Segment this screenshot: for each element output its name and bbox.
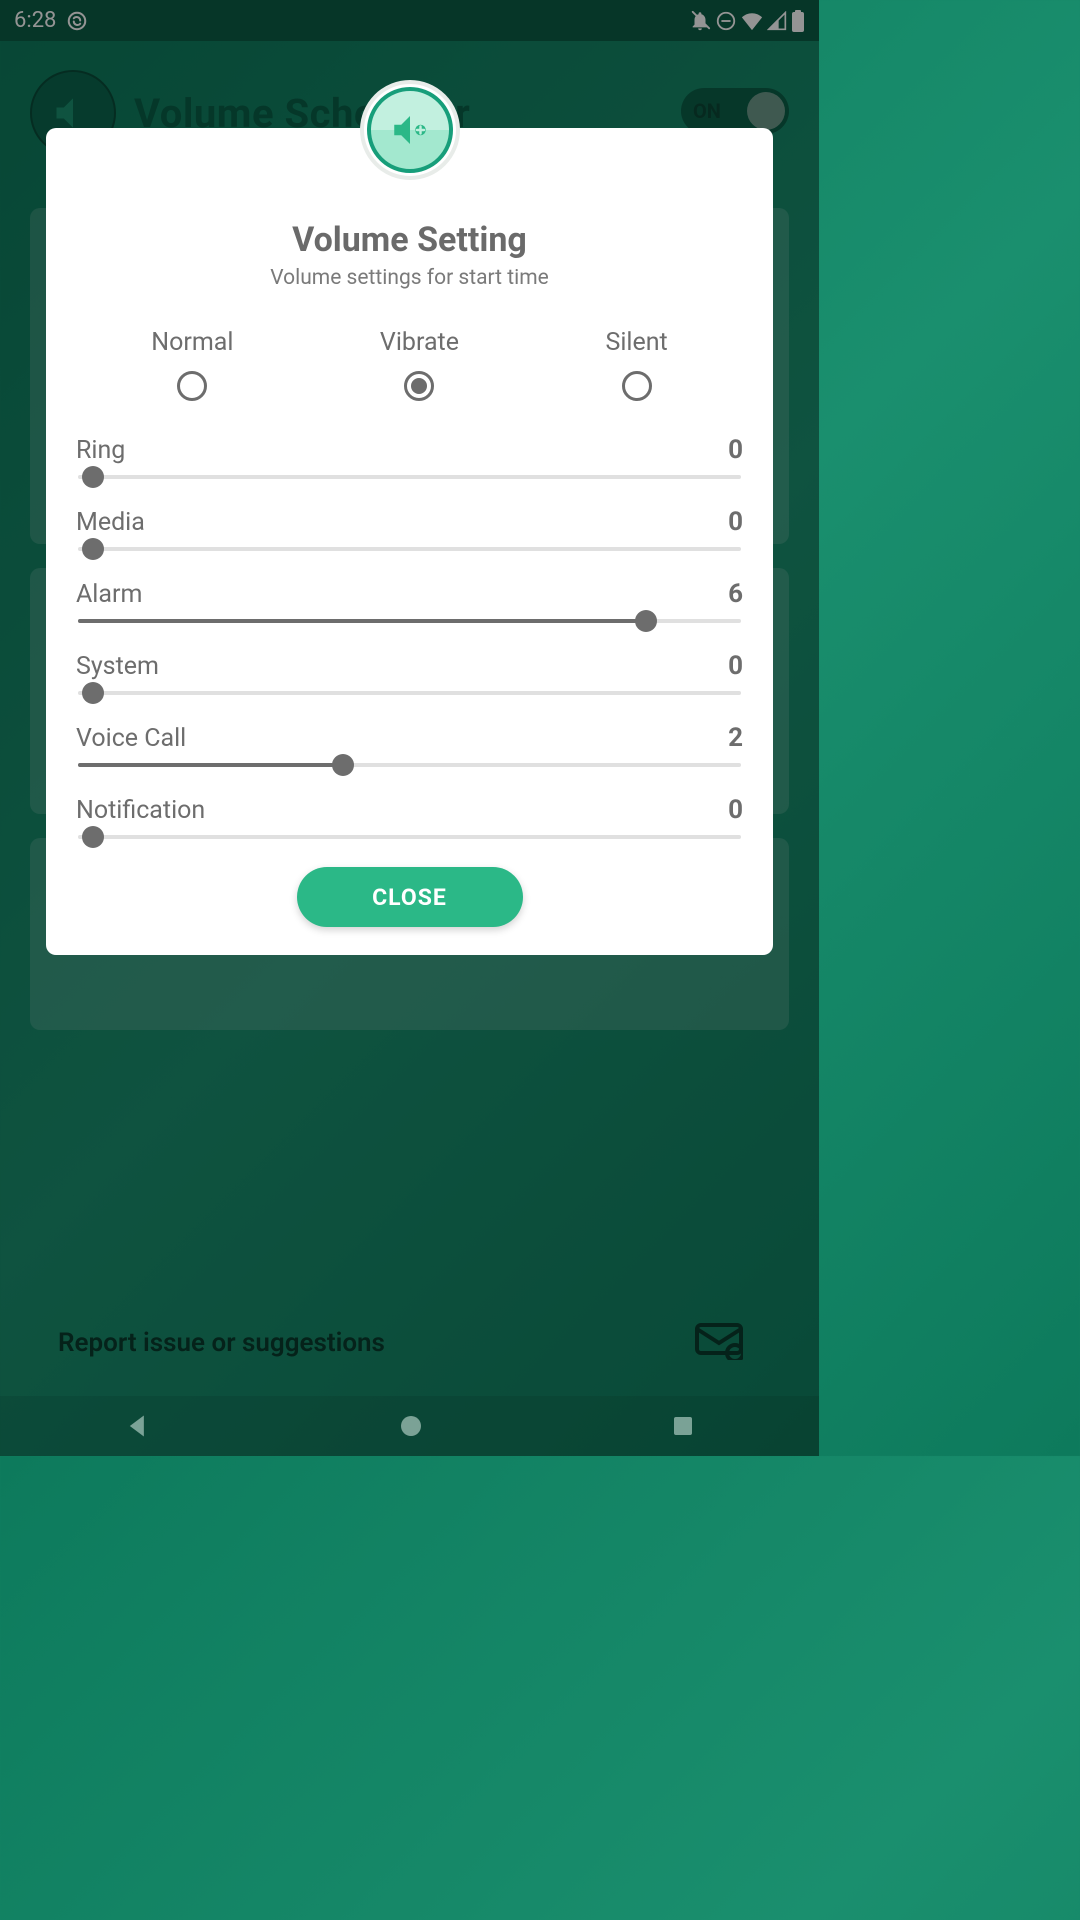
nav-recent-icon[interactable] xyxy=(671,1414,695,1438)
slider-thumb[interactable] xyxy=(82,682,104,704)
slider-track[interactable] xyxy=(78,547,741,551)
slider-head: Alarm 6 xyxy=(76,579,743,609)
slider-row: Ring 0 xyxy=(76,435,743,479)
dialog-app-badge xyxy=(360,80,460,180)
dialog-app-badge-inner xyxy=(367,87,453,173)
slider-track[interactable] xyxy=(78,691,741,695)
close-button[interactable]: CLOSE xyxy=(297,867,523,927)
slider-row: Media 0 xyxy=(76,507,743,551)
slider-track[interactable] xyxy=(78,763,741,767)
slider-value: 0 xyxy=(728,795,743,825)
slider-value: 0 xyxy=(728,651,743,681)
nav-home-icon[interactable] xyxy=(399,1414,423,1438)
radio-icon xyxy=(622,371,652,401)
slider-thumb[interactable] xyxy=(82,466,104,488)
mode-vibrate[interactable]: Vibrate xyxy=(380,328,459,401)
slider-track[interactable] xyxy=(78,835,741,839)
radio-icon xyxy=(177,371,207,401)
slider-thumb[interactable] xyxy=(82,826,104,848)
volume-setting-dialog: Volume Setting Volume settings for start… xyxy=(46,128,773,955)
mode-radios: Normal Vibrate Silent xyxy=(74,328,745,401)
slider-fill xyxy=(78,619,646,623)
mode-label: Normal xyxy=(151,328,233,357)
slider-row: Notification 0 xyxy=(76,795,743,839)
dialog-subtitle: Volume settings for start time xyxy=(74,266,745,290)
mode-normal[interactable]: Normal xyxy=(151,328,233,401)
nav-bar xyxy=(0,1396,819,1456)
slider-label: Alarm xyxy=(76,580,142,609)
slider-row: Alarm 6 xyxy=(76,579,743,623)
slider-value: 0 xyxy=(728,435,743,465)
slider-value: 6 xyxy=(728,579,743,609)
slider-value: 0 xyxy=(728,507,743,537)
slider-head: Media 0 xyxy=(76,507,743,537)
slider-thumb[interactable] xyxy=(635,610,657,632)
slider-label: Voice Call xyxy=(76,724,186,753)
slider-label: Media xyxy=(76,508,145,537)
slider-label: Ring xyxy=(76,436,125,465)
slider-thumb[interactable] xyxy=(332,754,354,776)
mode-label: Silent xyxy=(605,328,667,357)
slider-track[interactable] xyxy=(78,475,741,479)
slider-head: Notification 0 xyxy=(76,795,743,825)
slider-label: Notification xyxy=(76,796,205,825)
slider-label: System xyxy=(76,652,159,681)
slider-row: Voice Call 2 xyxy=(76,723,743,767)
slider-head: Voice Call 2 xyxy=(76,723,743,753)
mode-silent[interactable]: Silent xyxy=(605,328,667,401)
slider-head: System 0 xyxy=(76,651,743,681)
slider-fill xyxy=(78,763,343,767)
slider-value: 2 xyxy=(728,723,743,753)
dialog-title: Volume Setting xyxy=(74,220,745,260)
slider-row: System 0 xyxy=(76,651,743,695)
speaker-plus-icon xyxy=(389,109,431,151)
slider-track[interactable] xyxy=(78,619,741,623)
radio-icon xyxy=(404,371,434,401)
slider-thumb[interactable] xyxy=(82,538,104,560)
slider-head: Ring 0 xyxy=(76,435,743,465)
sliders-container: Ring 0 Media 0 Alarm 6 System 0 Voice Call 2 Notif… xyxy=(74,435,745,839)
mode-label: Vibrate xyxy=(380,328,459,357)
nav-back-icon[interactable] xyxy=(124,1412,152,1440)
